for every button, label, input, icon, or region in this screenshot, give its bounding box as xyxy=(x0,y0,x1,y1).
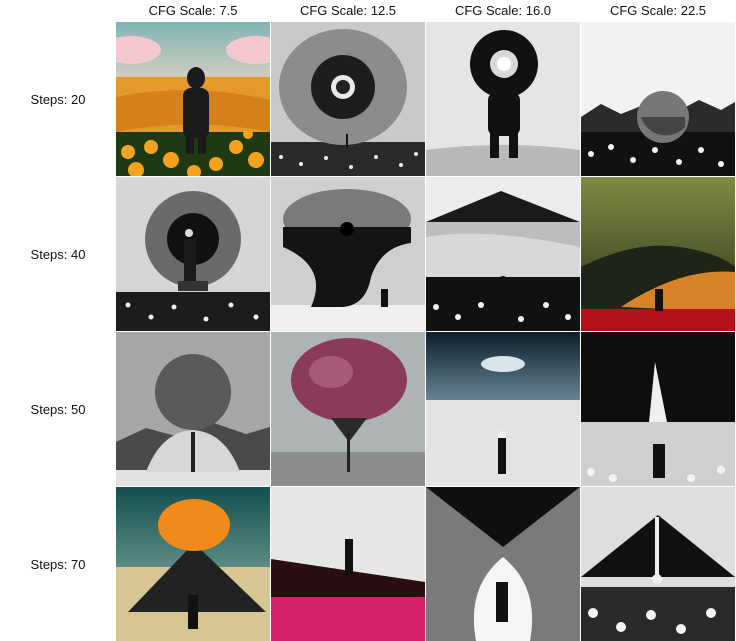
image-steps70-cfg16-0 xyxy=(426,487,580,641)
image-steps70-cfg7-5 xyxy=(116,487,270,641)
image-steps40-cfg16-0 xyxy=(426,177,580,331)
row-header-steps-40: Steps: 40 xyxy=(30,247,86,262)
image-steps50-cfg16-0 xyxy=(426,332,580,486)
image-steps40-cfg7-5 xyxy=(116,177,270,331)
image-steps20-cfg12-5 xyxy=(271,22,425,176)
column-header-cfg-7-5: CFG Scale: 7.5 xyxy=(148,3,238,18)
image-steps70-cfg12-5 xyxy=(271,487,425,641)
image-steps50-cfg22-5 xyxy=(581,332,735,486)
column-header-cfg-22-5: CFG Scale: 22.5 xyxy=(609,3,707,18)
row-header-steps-20: Steps: 20 xyxy=(30,92,86,107)
column-header-cfg-16-0: CFG Scale: 16.0 xyxy=(454,3,552,18)
image-steps50-cfg12-5 xyxy=(271,332,425,486)
row-header-steps-50: Steps: 50 xyxy=(30,402,86,417)
image-steps70-cfg22-5 xyxy=(581,487,735,641)
image-steps40-cfg12-5 xyxy=(271,177,425,331)
image-steps20-cfg7-5 xyxy=(116,22,270,176)
image-steps20-cfg22-5 xyxy=(581,22,735,176)
column-header-cfg-12-5: CFG Scale: 12.5 xyxy=(299,3,397,18)
image-steps20-cfg16-0 xyxy=(426,22,580,176)
image-steps40-cfg22-5 xyxy=(581,177,735,331)
image-steps50-cfg7-5 xyxy=(116,332,270,486)
row-header-steps-70: Steps: 70 xyxy=(30,557,86,572)
